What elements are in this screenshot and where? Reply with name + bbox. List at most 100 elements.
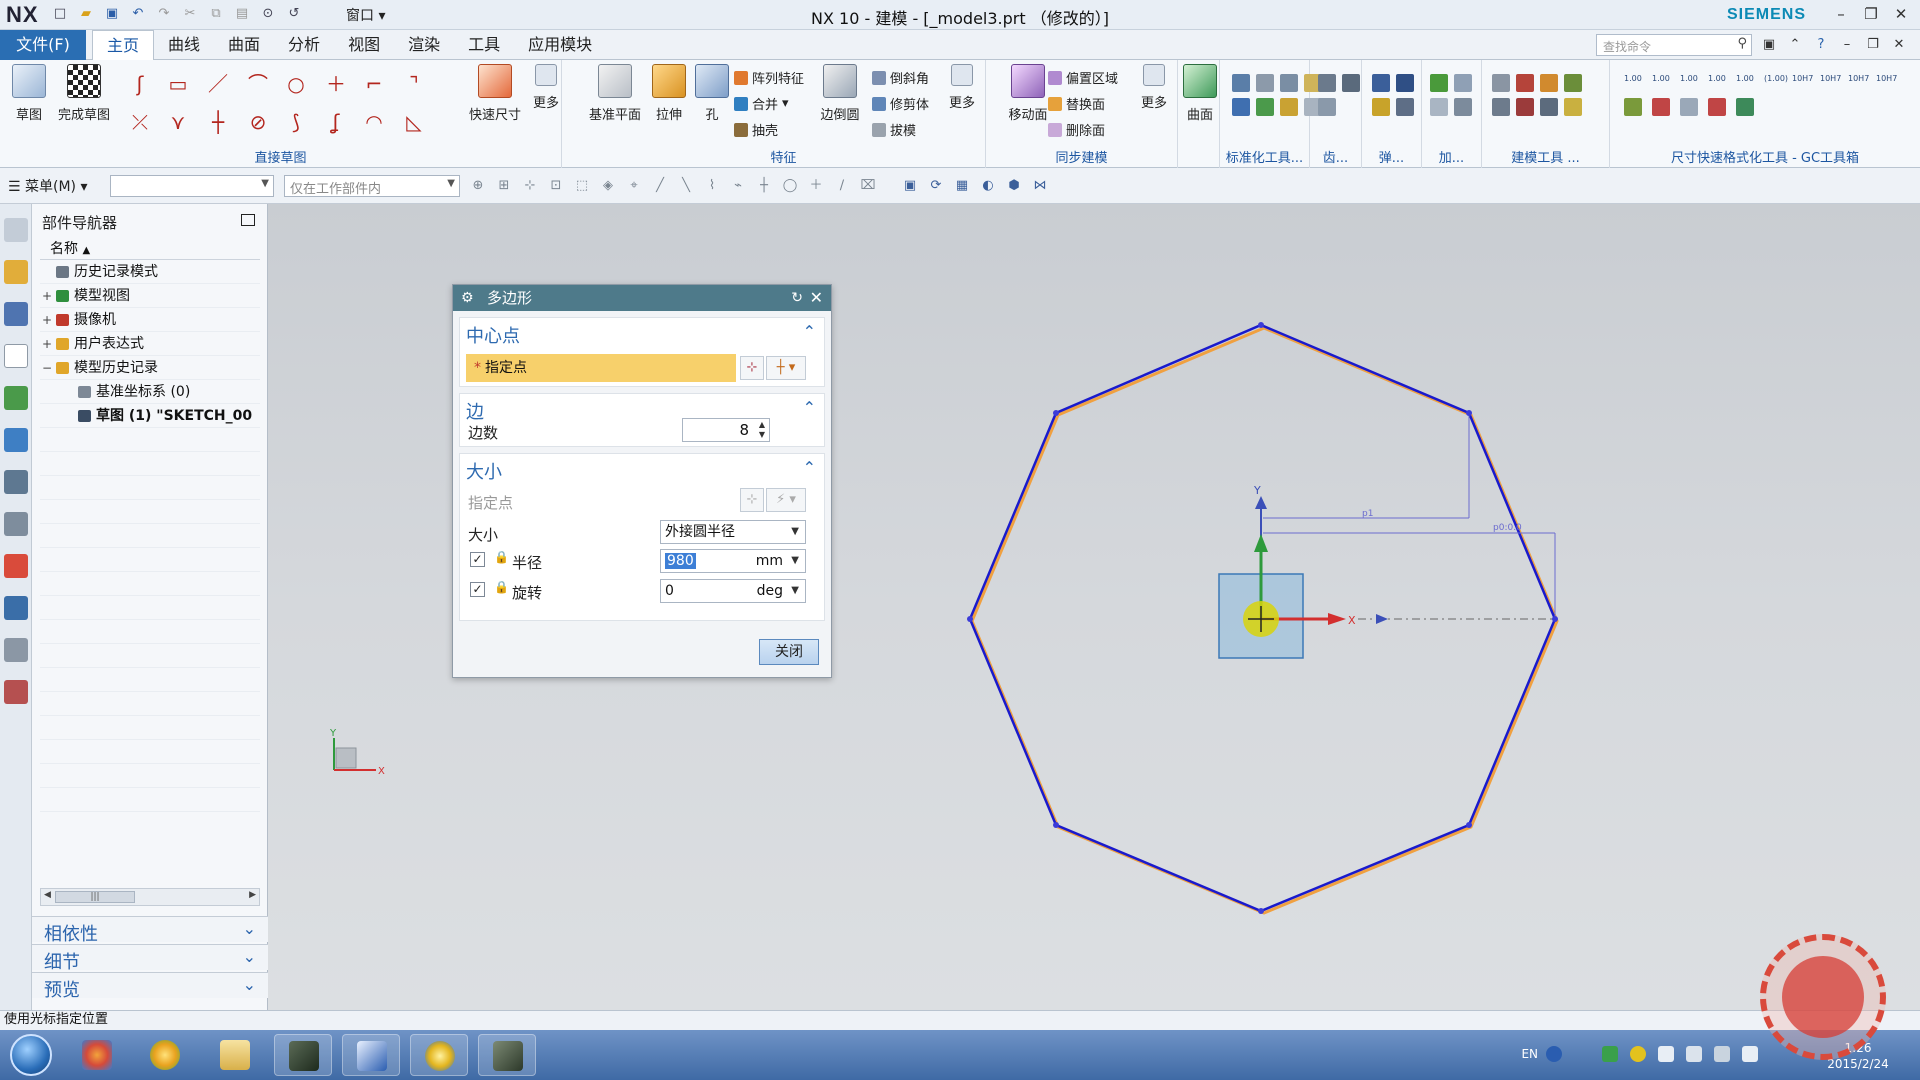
navigator-horizontal-scrollbar[interactable]: ◀ ||| ▶ [40,888,260,906]
tab-tools[interactable]: 工具 [454,30,514,60]
tool-icon[interactable] [1396,74,1414,92]
spinner-arrows-icon[interactable]: ▲ ▼ [759,420,765,440]
dim-format-label[interactable]: 1.00 [1680,74,1698,92]
trim-body-button[interactable]: 修剪体 [872,94,929,113]
help-tray-icon[interactable] [1546,1046,1562,1062]
derived-lines-icon[interactable]: ◠ [362,110,386,134]
taskbar-app-recorder[interactable] [478,1034,536,1076]
snap-icon[interactable]: ┼ [756,178,772,194]
circle-icon[interactable]: ○ [284,72,308,96]
process-studio-icon[interactable] [3,596,28,620]
section-center-title[interactable]: 中心点 [466,322,520,348]
tool-icon[interactable] [1280,98,1298,116]
battery-icon[interactable] [1686,1046,1702,1062]
pattern-curve-icon[interactable]: ⟆ [284,110,308,134]
snap-icon[interactable]: ⬢ [1006,178,1022,194]
tab-surface[interactable]: 曲面 [214,30,274,60]
specify-point-field[interactable]: * 指定点 [466,354,736,382]
quick-trim-icon[interactable]: ⤫ [128,110,152,134]
tool-icon[interactable] [1342,74,1360,92]
add-existing-curves-icon[interactable]: ◺ [402,110,426,134]
snap-icon[interactable]: ◯ [782,178,798,194]
quick-dimension-button[interactable]: 快速尺寸 [464,64,526,123]
navigator-tree-item[interactable]: + 模型视图 [40,284,260,308]
snap-icon[interactable]: ⟳ [928,178,944,194]
snap-icon[interactable]: ⬚ [574,178,590,194]
expand-toggle-icon[interactable]: + [42,332,52,355]
radius-checkbox[interactable]: ✓ [470,552,485,567]
expand-toggle-icon[interactable]: − [42,356,52,379]
snap-icon[interactable]: ⌇ [704,178,720,194]
restore-icon[interactable]: ❐ [1858,2,1884,26]
snap-icon[interactable]: ▦ [954,178,970,194]
line-icon[interactable]: ／ [206,72,230,96]
navigator-tree-item[interactable]: 草图 (1) "SKETCH_00 [40,404,260,428]
tool-icon[interactable] [1564,74,1582,92]
web-browser-icon[interactable] [3,428,28,452]
arc-icon[interactable]: ⌒ [246,72,270,96]
addon-tray-icon[interactable] [1630,1046,1646,1062]
snap-icon[interactable]: ⊞ [496,178,512,194]
navigator-column-header[interactable]: 名称 ▲ [40,238,260,260]
tab-applications[interactable]: 应用模块 [514,30,606,60]
dim-format-label[interactable]: 1.00 [1736,74,1754,92]
replace-face-button[interactable]: 替换面 [1048,94,1105,113]
type-filter-dropdown[interactable]: ▼ [110,175,274,197]
finish-sketch-button[interactable]: 完成草图 [52,64,116,123]
navigator-tree-item[interactable]: + 摄像机 [40,308,260,332]
tool-icon[interactable] [1540,98,1558,116]
tool-icon[interactable] [1372,98,1390,116]
dim-format-label[interactable]: 10H7 [1820,74,1841,92]
offset-region-button[interactable]: 偏置区域 [1048,68,1118,87]
tool-icon[interactable] [1280,74,1298,92]
dim-format-label[interactable]: 1.00 [1652,74,1670,92]
snap-icon[interactable]: ◐ [980,178,996,194]
snap-icon[interactable]: ⊕ [470,178,486,194]
scroll-right-icon[interactable]: ▶ [249,890,256,900]
chamfer-sketch-icon[interactable]: ⌝ [402,72,426,96]
navigator-tree-item[interactable]: − 模型历史记录 [40,356,260,380]
ribbon-options-icon[interactable]: ▣ [1760,36,1778,54]
make-corner-icon[interactable]: ┼ [206,110,230,134]
chevron-up-icon[interactable]: ⌃ [803,458,816,477]
snap-icon[interactable]: ╲ [678,178,694,194]
palette-icon[interactable] [3,554,28,578]
tab-analysis[interactable]: 分析 [274,30,334,60]
menu-button[interactable]: ☰ 菜单(M) ▾ [8,176,88,196]
tool-icon[interactable] [1492,98,1510,116]
tab-render[interactable]: 渲染 [394,30,454,60]
point-snap-dropdown[interactable]: ┼ ▾ [766,356,806,380]
extrude-button[interactable]: 拉伸 [644,64,694,123]
sketch-button[interactable]: 草图 [2,64,56,123]
file-menu-tab[interactable]: 文件(F) [0,30,86,60]
volume-icon[interactable] [1742,1046,1758,1062]
dimension-label[interactable]: p0:0.0 [1493,523,1522,533]
snap-icon[interactable]: ∕ [834,178,850,194]
dim-format-label[interactable]: 1.00 [1624,74,1642,92]
profile-icon[interactable]: ʃ [128,72,152,96]
sketch-more-button[interactable]: 更多 [526,64,566,111]
shield-icon[interactable] [1602,1046,1618,1062]
dim-format-label[interactable]: (1.00) [1764,74,1788,92]
tool-icon[interactable] [1396,98,1414,116]
panel-preview[interactable]: 预览 ⌄ [32,972,268,1001]
network-icon[interactable] [1714,1046,1730,1062]
snap-icon[interactable]: ⌧ [860,178,876,194]
reuse-library-icon[interactable] [3,386,28,410]
taskbar-app-nx[interactable] [274,1034,332,1076]
close-icon[interactable]: ✕ [810,285,823,311]
snap-icon[interactable]: ⊡ [548,178,564,194]
sync-more-button[interactable]: 更多 [1132,64,1176,111]
taskbar-app-paint[interactable] [68,1034,126,1076]
radius-input[interactable]: 980 mm ▼ [660,549,806,573]
hole-button[interactable]: 孔 [690,64,734,123]
tool-icon[interactable] [1256,74,1274,92]
feature-more-button[interactable]: 更多 [940,64,984,111]
doc-close-icon[interactable]: ✕ [1890,36,1908,54]
help-icon[interactable]: ? [1812,36,1830,54]
tool-icon[interactable] [1492,74,1510,92]
clock-icon[interactable] [3,512,28,536]
snap-icon[interactable]: ⊹ [522,178,538,194]
taskbar-app-media[interactable] [410,1034,468,1076]
edge-blend-button[interactable]: 边倒圆 [814,64,866,123]
